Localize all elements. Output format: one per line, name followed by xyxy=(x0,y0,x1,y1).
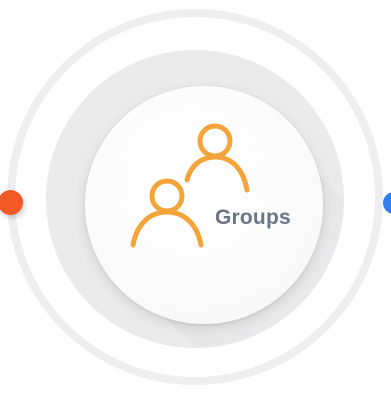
node-label: Groups xyxy=(215,206,291,229)
users-icon xyxy=(130,123,250,248)
right-connector-dot xyxy=(383,192,391,214)
groups-node-graphic: Groups xyxy=(0,0,391,402)
